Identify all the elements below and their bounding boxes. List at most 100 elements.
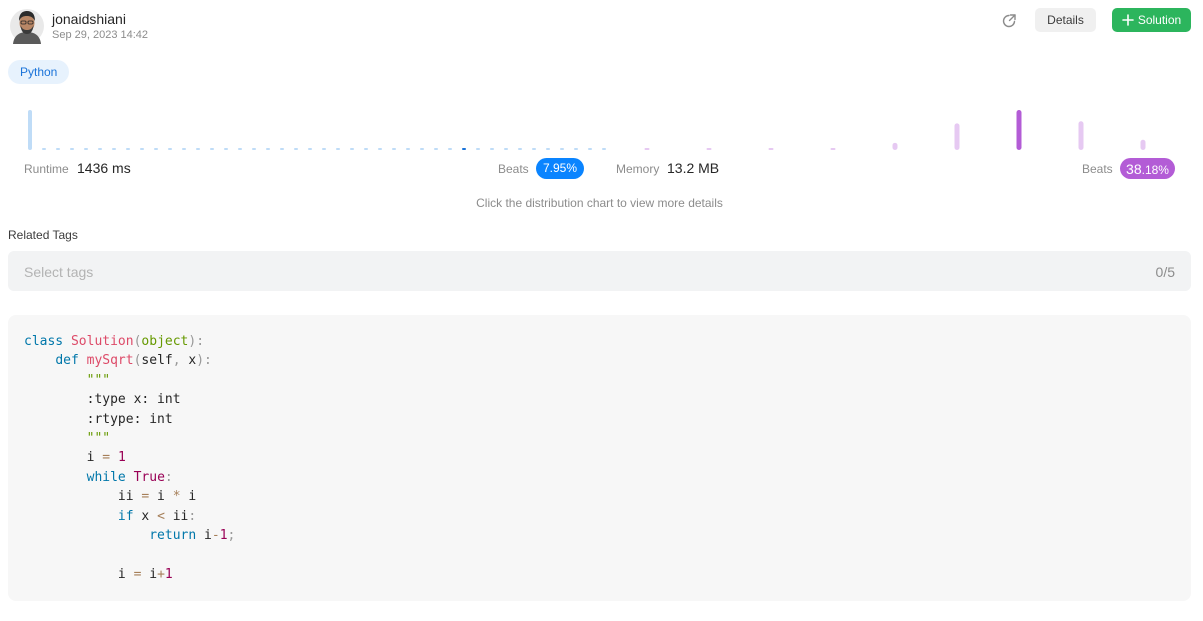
code-line: class Solution(object): xyxy=(24,332,1175,351)
runtime-beats-label: Beats xyxy=(498,162,529,176)
runtime-dist-bar[interactable] xyxy=(308,148,312,150)
code-token: self xyxy=(141,353,173,369)
memory-dist-bar[interactable] xyxy=(644,148,650,150)
runtime-dist-bar[interactable] xyxy=(574,148,578,150)
memory-beats-frac: .18% xyxy=(1141,163,1169,177)
runtime-dist-bar[interactable] xyxy=(42,148,46,150)
runtime-dist-bar[interactable] xyxy=(210,148,214,150)
code-token: return xyxy=(149,527,197,543)
details-label: Details xyxy=(1047,13,1084,27)
runtime-dist-bar[interactable] xyxy=(336,148,340,150)
runtime-dist-bar[interactable] xyxy=(112,148,116,150)
code-token: True xyxy=(133,469,165,485)
details-button[interactable]: Details xyxy=(1035,8,1096,32)
code-line: return i-1; xyxy=(24,526,1175,545)
memory-dist-bar[interactable] xyxy=(1016,110,1022,150)
runtime-dist-bar[interactable] xyxy=(560,148,564,150)
runtime-dist-bar[interactable] xyxy=(378,148,382,150)
code-token: * xyxy=(172,489,181,505)
runtime-dist-bar[interactable] xyxy=(392,148,396,150)
runtime-dist-bar[interactable] xyxy=(126,148,130,150)
memory-dist-bar[interactable] xyxy=(1078,121,1084,150)
runtime-dist-bar[interactable] xyxy=(70,148,74,150)
runtime-dist-bar[interactable] xyxy=(154,148,158,150)
runtime-dist-bar[interactable] xyxy=(266,148,270,150)
runtime-dist-bar[interactable] xyxy=(364,148,368,150)
memory-dist-bar[interactable] xyxy=(706,148,712,150)
runtime-dist-bar[interactable] xyxy=(588,148,592,150)
code-token: Solution xyxy=(70,334,134,349)
memory-dist-bar[interactable] xyxy=(1140,139,1146,150)
memory-dist-bar[interactable] xyxy=(768,148,774,150)
solution-button[interactable]: Solution xyxy=(1112,8,1191,32)
code-token: ii xyxy=(164,508,189,524)
runtime-dist-bar[interactable] xyxy=(490,148,494,150)
code-token: :type x: int xyxy=(24,392,181,408)
runtime-dist-bar[interactable] xyxy=(434,148,438,150)
runtime-dist-bar[interactable] xyxy=(196,148,200,150)
code-token: , xyxy=(172,353,181,369)
runtime-dist-bar[interactable] xyxy=(294,148,298,150)
code-token: while xyxy=(86,469,126,485)
runtime-dist-bar[interactable] xyxy=(56,148,60,150)
runtime-dist-bar[interactable] xyxy=(252,148,256,150)
code-line: """ xyxy=(24,429,1175,448)
code-token: + xyxy=(157,566,165,582)
runtime-dist-bar[interactable] xyxy=(350,148,354,150)
code-token: i xyxy=(196,527,212,543)
runtime-dist-bar[interactable] xyxy=(98,148,102,150)
distribution-chart[interactable] xyxy=(0,100,1203,152)
code-token: mySqrt xyxy=(86,353,134,369)
runtime-dist-bar[interactable] xyxy=(28,110,32,150)
runtime-dist-bar[interactable] xyxy=(280,148,284,150)
runtime-dist-bar[interactable] xyxy=(602,148,606,150)
memory-dist-bar[interactable] xyxy=(830,148,836,150)
code-line: if x < ii: xyxy=(24,507,1175,526)
share-button[interactable] xyxy=(1000,12,1018,30)
code-token: x xyxy=(180,353,197,369)
runtime-dist-bar[interactable] xyxy=(182,148,186,150)
runtime-dist-bar[interactable] xyxy=(84,148,88,150)
code-line: :type x: int xyxy=(24,390,1175,409)
code-line: i = i+1 xyxy=(24,565,1175,584)
runtime-dist-bar[interactable] xyxy=(462,148,466,150)
memory-dist-bar[interactable] xyxy=(954,123,960,150)
share-icon xyxy=(1002,14,1016,28)
runtime-dist-bar[interactable] xyxy=(406,148,410,150)
solution-label: Solution xyxy=(1137,13,1182,27)
code-block[interactable]: class Solution(object): def mySqrt(self,… xyxy=(8,315,1191,601)
user-avatar[interactable] xyxy=(10,8,44,44)
runtime-dist-bar[interactable] xyxy=(448,148,452,150)
memory-dist-bar[interactable] xyxy=(892,142,898,150)
username[interactable]: jonaidshiani xyxy=(52,11,126,27)
plus-icon xyxy=(1122,14,1134,26)
runtime-dist-bar[interactable] xyxy=(238,148,242,150)
runtime-dist-bar[interactable] xyxy=(168,148,172,150)
tags-select[interactable]: Select tags 0/5 xyxy=(8,251,1191,291)
runtime-dist-bar[interactable] xyxy=(140,148,144,150)
code-token: class xyxy=(24,334,64,349)
code-token: """ xyxy=(86,372,111,388)
runtime-label: Runtime xyxy=(24,162,69,176)
runtime-dist-bar[interactable] xyxy=(476,148,480,150)
tags-count: 0/5 xyxy=(1155,264,1175,280)
memory-value: 13.2 MB xyxy=(667,160,720,176)
related-tags-title: Related Tags xyxy=(8,228,78,242)
runtime-dist-bar[interactable] xyxy=(518,148,522,150)
runtime-beats-badge: 7.95% xyxy=(536,158,584,179)
code-token: ; xyxy=(227,527,236,543)
runtime-dist-bar[interactable] xyxy=(420,148,424,150)
runtime-dist-bar[interactable] xyxy=(546,148,550,150)
runtime-dist-bar[interactable] xyxy=(504,148,508,150)
code-token: - xyxy=(211,527,220,543)
code-token: ): xyxy=(188,334,205,349)
code-token: < xyxy=(157,508,165,524)
runtime-dist-bar[interactable] xyxy=(224,148,228,150)
runtime-dist-bar[interactable] xyxy=(322,148,326,150)
runtime-dist-bar[interactable] xyxy=(532,148,536,150)
